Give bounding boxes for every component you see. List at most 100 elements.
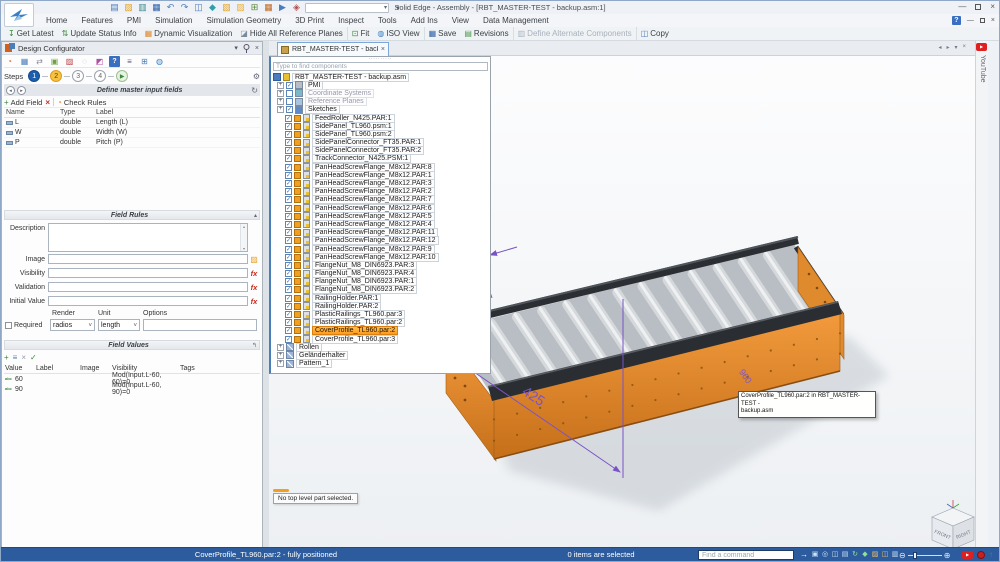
- checkbox-icon[interactable]: ✓: [285, 286, 292, 293]
- checkbox-icon[interactable]: ✓: [285, 205, 292, 212]
- tab-view[interactable]: View: [445, 14, 476, 27]
- description-field[interactable]: ▴▾: [48, 223, 248, 252]
- checkbox-icon[interactable]: ✓: [285, 229, 292, 236]
- expander-icon[interactable]: +: [277, 344, 284, 351]
- checkbox-icon[interactable]: ✓: [285, 254, 292, 261]
- save-button[interactable]: ▦Save: [424, 27, 461, 41]
- new-document-icon[interactable]: ▤: [109, 2, 120, 13]
- scroll-tabs-right-icon[interactable]: ▸: [946, 44, 949, 51]
- fit-button[interactable]: ⊡Fit: [347, 27, 374, 41]
- validation-field[interactable]: [48, 282, 248, 292]
- checkbox-icon[interactable]: [286, 98, 293, 105]
- checkbox-icon[interactable]: ✓: [285, 278, 292, 285]
- get-latest-button[interactable]: ↧Get Latest: [4, 27, 58, 41]
- tree-item-pattern-1[interactable]: +Pattern_1: [271, 360, 490, 368]
- prev-step-button[interactable]: ◂: [6, 86, 15, 95]
- initial-value-field[interactable]: [48, 296, 248, 306]
- tab-data-management[interactable]: Data Management: [476, 14, 556, 27]
- folder-icon[interactable]: ▨: [235, 2, 246, 13]
- tab-simulation-geometry[interactable]: Simulation Geometry: [200, 14, 289, 27]
- edit-values-icon[interactable]: ≡: [13, 353, 18, 362]
- transfer-icon[interactable]: ⇄: [34, 56, 45, 67]
- dynamic-visualization-button[interactable]: ▦Dynamic Visualization: [141, 27, 237, 41]
- copy-button[interactable]: ◫Copy: [636, 27, 673, 41]
- folder-add-icon[interactable]: ▧: [221, 2, 232, 13]
- update-arrow-icon[interactable]: ↑: [989, 551, 997, 559]
- search-icon[interactable]: ◌: [79, 56, 90, 67]
- expander-icon[interactable]: +: [277, 98, 284, 105]
- tree-root[interactable]: RBT_MASTER-TEST - backup.asm: [271, 73, 490, 81]
- expander-icon[interactable]: +: [277, 90, 284, 97]
- zoom-in-icon[interactable]: ⊕: [944, 551, 951, 560]
- checkbox-icon[interactable]: ✓: [286, 106, 293, 113]
- palette-icon[interactable]: ◩: [94, 56, 105, 67]
- expander-icon[interactable]: +: [277, 106, 284, 113]
- document-tab[interactable]: RBT_MASTER-TEST - backu... ×: [277, 42, 389, 56]
- checkbox-icon[interactable]: ✓: [285, 336, 292, 343]
- field-row-w[interactable]: WdoubleWidth (W): [4, 128, 260, 138]
- expand-icon[interactable]: ⊞: [139, 56, 150, 67]
- tab-close-icon[interactable]: ×: [381, 46, 385, 53]
- checkbox-icon[interactable]: ✓: [285, 213, 292, 220]
- youtube-tab[interactable]: YouTube: [979, 55, 986, 83]
- customize-toolbar-icon[interactable]: ▾: [396, 4, 400, 12]
- zoom-slider-thumb[interactable]: [913, 552, 917, 559]
- run-step-button[interactable]: ▶: [116, 70, 128, 82]
- find-components-input[interactable]: Type to find components: [273, 62, 488, 71]
- diamond-icon[interactable]: ◆: [207, 2, 218, 13]
- validation-formula-icon[interactable]: fx: [248, 283, 260, 292]
- hide-all-reference-planes-button[interactable]: ◪Hide All Reference Planes: [236, 27, 347, 41]
- add-field-button[interactable]: + Add Field: [4, 98, 42, 107]
- tab-features[interactable]: Features: [74, 14, 120, 27]
- checkbox-icon[interactable]: ✓: [285, 115, 292, 122]
- checkbox-icon[interactable]: ✓: [286, 82, 293, 89]
- tree-item-reference-planes[interactable]: +Reference Planes: [271, 98, 490, 106]
- next-step-button[interactable]: ▸: [17, 86, 26, 95]
- checkbox-icon[interactable]: ✓: [285, 270, 292, 277]
- checkbox-icon[interactable]: ✓: [285, 123, 292, 130]
- close-icon[interactable]: ×: [990, 2, 995, 12]
- globe-icon[interactable]: ◍: [154, 56, 165, 67]
- save-icon[interactable]: ▦: [151, 2, 162, 13]
- checkbox-icon[interactable]: ✓: [285, 295, 292, 302]
- render-select[interactable]: radios: [50, 319, 95, 331]
- panel-close-icon[interactable]: ×: [255, 45, 259, 52]
- field-rules-header[interactable]: Field Rules ▴: [4, 210, 260, 220]
- tree-item-coordinate-systems[interactable]: +Coordinate Systems: [271, 89, 490, 97]
- refresh-icon[interactable]: ↻: [851, 551, 859, 559]
- tree-item-pmi[interactable]: +✓PMI: [271, 81, 490, 89]
- youtube-overlay-icon[interactable]: ▶: [962, 551, 973, 559]
- step-3[interactable]: 3: [72, 70, 84, 82]
- value-row-90[interactable]: abc90Mod(Input.L-60, 90)=0: [4, 384, 260, 394]
- expander-icon[interactable]: +: [277, 82, 284, 89]
- app-logo[interactable]: [4, 3, 34, 27]
- people-icon[interactable]: ▥: [891, 551, 899, 559]
- step-2[interactable]: 2: [50, 70, 62, 82]
- restore-icon[interactable]: [975, 4, 981, 10]
- field-row-p[interactable]: PdoublePitch (P): [4, 138, 260, 148]
- refresh-icon[interactable]: ↻: [251, 86, 258, 95]
- checkbox-icon[interactable]: ✓: [285, 221, 292, 228]
- help-icon[interactable]: ?: [109, 56, 120, 67]
- step-1[interactable]: 1: [28, 70, 40, 82]
- steps-settings-icon[interactable]: ⚙︎: [253, 72, 260, 81]
- save-as-icon[interactable]: ▥: [137, 2, 148, 13]
- checkbox-icon[interactable]: ✓: [285, 319, 292, 326]
- window-icon[interactable]: ◫: [831, 551, 839, 559]
- expander-icon[interactable]: +: [277, 360, 284, 367]
- checkbox-icon[interactable]: ✓: [285, 188, 292, 195]
- doc-close-icon[interactable]: ×: [991, 17, 995, 24]
- scroll-tabs-left-icon[interactable]: ◂: [938, 44, 941, 51]
- tab-list-icon[interactable]: ▾: [954, 44, 957, 51]
- tab-tools[interactable]: Tools: [371, 14, 404, 27]
- image-icon[interactable]: ▣: [49, 56, 60, 67]
- required-checkbox[interactable]: Required: [5, 322, 42, 329]
- checkbox-icon[interactable]: ✓: [285, 303, 292, 310]
- checkbox-icon[interactable]: ✓: [285, 147, 292, 154]
- redo-icon[interactable]: ↷: [179, 2, 190, 13]
- grid-icon[interactable]: ⊞: [249, 2, 260, 13]
- unit-select[interactable]: length: [98, 319, 140, 331]
- checkbox-icon[interactable]: ✓: [285, 237, 292, 244]
- iso-view-button[interactable]: ◍ISO View: [373, 27, 423, 41]
- screenshot-icon[interactable]: ▣: [811, 551, 819, 559]
